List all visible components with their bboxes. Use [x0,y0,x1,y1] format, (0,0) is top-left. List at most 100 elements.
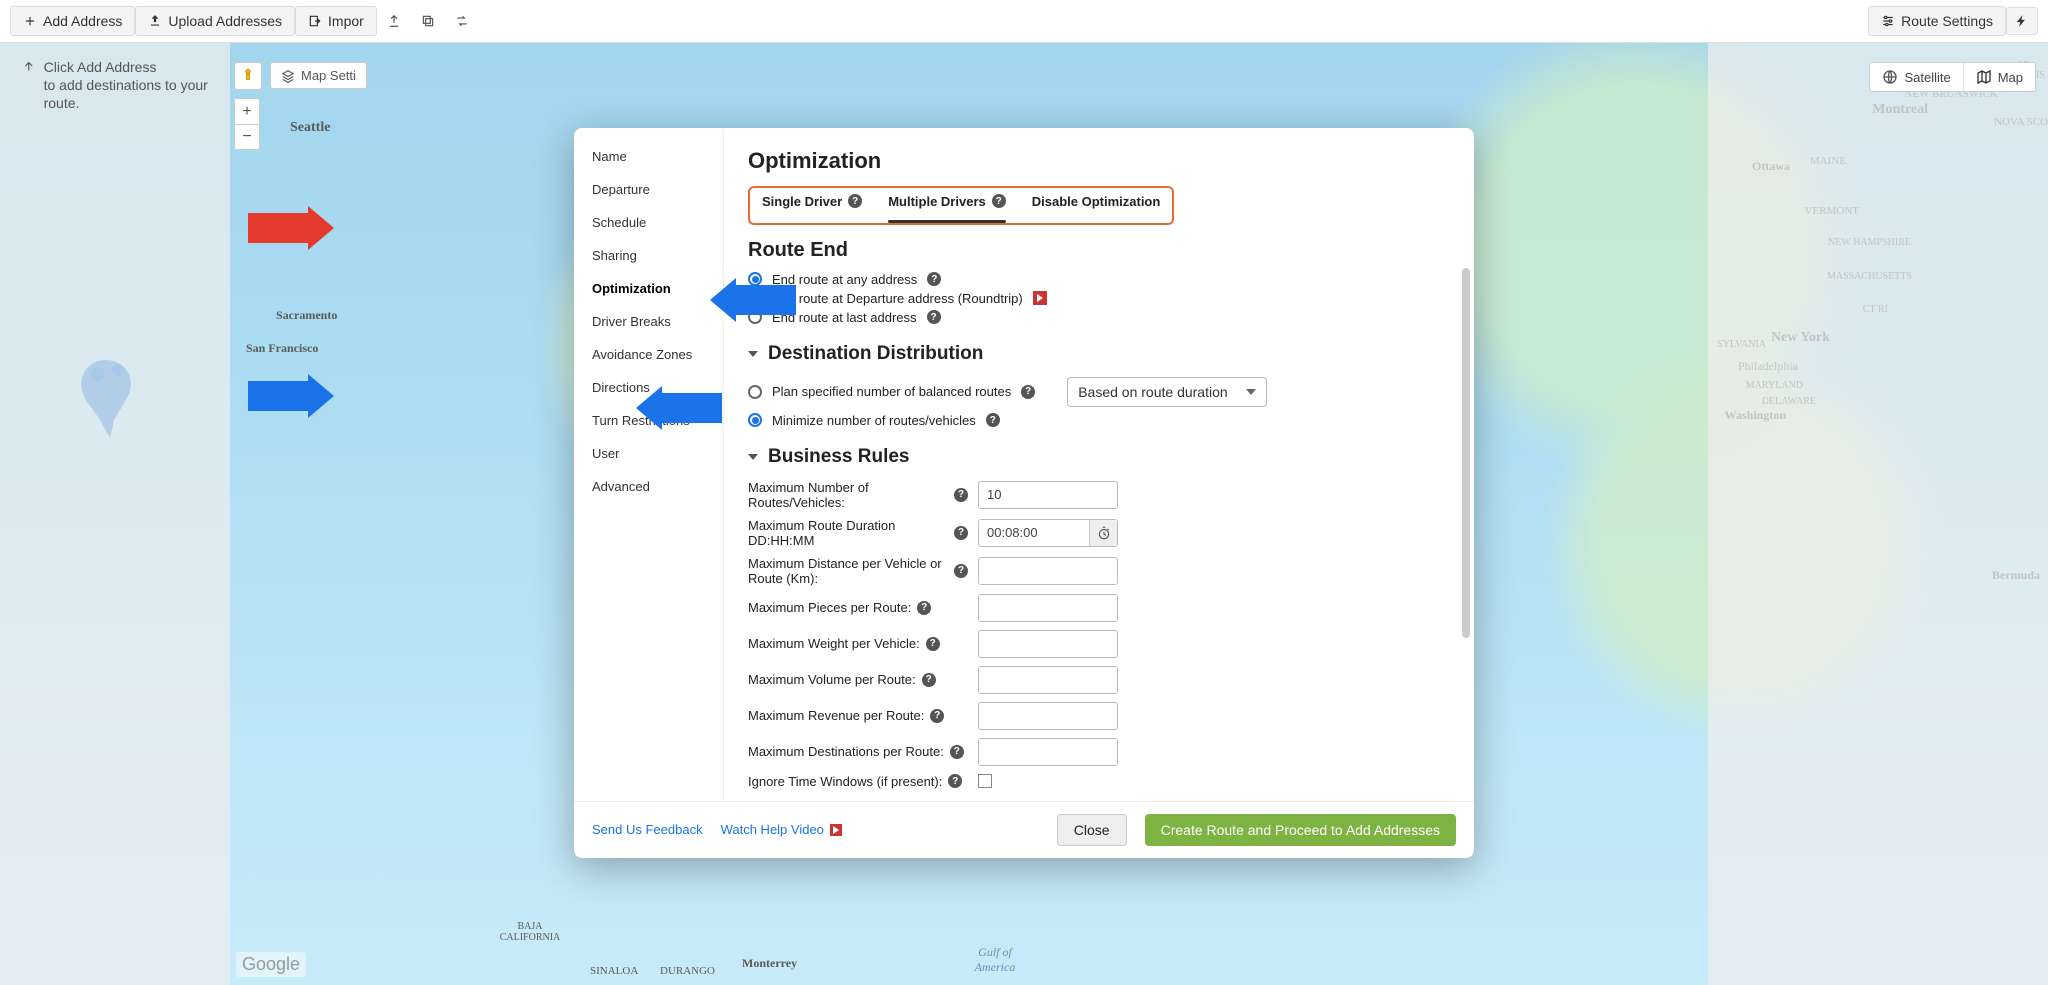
help-icon[interactable]: ? [954,526,968,540]
nav-sharing[interactable]: Sharing [574,239,723,272]
help-icon[interactable]: ? [927,272,941,286]
stopwatch-icon [1097,526,1111,540]
nav-optimization[interactable]: Optimization [574,272,723,305]
route-end-roundtrip[interactable]: End route at Departure address (Roundtri… [748,291,1436,306]
modal-nav: Name Departure Schedule Sharing Optimiza… [574,128,724,801]
nav-advanced[interactable]: Advanced [574,470,723,503]
zoom-out-button[interactable]: − [234,124,260,150]
help-icon[interactable]: ? [927,310,941,324]
nav-schedule[interactable]: Schedule [574,206,723,239]
business-rules-header[interactable]: Business Rules [748,446,1436,468]
max-volume-input[interactable] [978,666,1118,694]
tab-single-driver[interactable]: Single Driver ? [762,194,862,213]
max-destinations-input[interactable] [978,738,1118,766]
modal-footer: Send Us Feedback Watch Help Video Close … [574,801,1474,858]
modal-dim-left [0,0,230,985]
help-icon[interactable]: ? [926,637,940,651]
route-end-any[interactable]: End route at any address ? [748,272,1436,287]
help-icon[interactable]: ? [848,194,862,208]
layers-icon [281,69,295,83]
plus-icon [23,14,37,28]
max-duration-input[interactable]: 00:08:00 [978,519,1118,547]
import-icon [308,14,322,28]
max-routes-value: 10 [987,487,1001,502]
max-duration-label: Maximum Route Duration DD:HH:MM [748,518,948,548]
copy-icon [421,14,435,28]
video-icon [830,824,842,836]
satellite-button[interactable]: Satellite [1870,63,1963,91]
max-distance-input[interactable] [978,557,1118,585]
send-feedback-link[interactable]: Send Us Feedback [592,822,703,837]
max-revenue-input[interactable] [978,702,1118,730]
map-type-selector: Satellite Map [1869,62,2036,92]
hint-line1: Click Add Address [44,58,217,76]
toolbar-stub-3[interactable] [445,8,479,34]
bolt-button[interactable] [2006,7,2038,35]
map-button[interactable]: Map [1964,63,2035,91]
help-icon[interactable]: ? [948,774,962,788]
minimize-routes[interactable]: Minimize number of routes/vehicles ? [748,413,1436,428]
nav-turn-restrictions[interactable]: Turn Restrictions [574,404,723,437]
max-destinations-label: Maximum Destinations per Route: [748,744,944,759]
route-settings-button[interactable]: Route Settings [1868,6,2006,36]
toolbar-stub-1[interactable] [377,8,411,34]
max-pieces-label: Maximum Pieces per Route: [748,600,911,615]
max-weight-input[interactable] [978,630,1118,658]
watch-help-video-link[interactable]: Watch Help Video [721,822,842,837]
nav-user[interactable]: User [574,437,723,470]
help-icon[interactable]: ? [992,194,1006,208]
upload-addresses-button[interactable]: Upload Addresses [135,6,295,36]
tab-disable-optimization[interactable]: Disable Optimization [1032,194,1161,213]
radio-icon [748,385,762,399]
sliders-icon [1881,14,1895,28]
help-icon[interactable]: ? [954,488,968,502]
add-address-button[interactable]: Add Address [10,6,135,36]
optimization-tabs: Single Driver ? Multiple Drivers ? Disab… [748,186,1174,225]
max-weight-label: Maximum Weight per Vehicle: [748,636,920,651]
help-icon[interactable]: ? [922,673,936,687]
toolbar-stub-2[interactable] [411,8,445,34]
tab-multiple-drivers[interactable]: Multiple Drivers ? [888,194,1006,213]
add-address-label: Add Address [43,13,122,29]
help-icon[interactable]: ? [930,709,944,723]
nav-directions[interactable]: Directions [574,371,723,404]
route-end-title: Route End [748,239,1436,262]
help-icon[interactable]: ? [950,745,964,759]
max-routes-input[interactable]: 10 [978,481,1118,509]
nav-departure[interactable]: Departure [574,173,723,206]
ignore-tw-checkbox[interactable] [978,774,992,788]
modal-dim-right [1708,0,2048,985]
max-pieces-input[interactable] [978,594,1118,622]
balance-basis-value: Based on route duration [1078,384,1227,400]
ignore-tw-label: Ignore Time Windows (if present): [748,774,942,789]
tab-single-label: Single Driver [762,194,842,209]
hint-line2: to add destinations to your route. [44,76,217,112]
help-icon[interactable]: ? [954,564,968,578]
import-button[interactable]: Impor [295,6,377,36]
pegman-button[interactable] [234,62,262,90]
nav-name[interactable]: Name [574,140,723,173]
zoom-in-button[interactable]: + [234,98,260,124]
google-attribution: Google [236,952,306,977]
video-icon[interactable] [1033,291,1047,305]
help-icon[interactable]: ? [917,601,931,615]
create-route-button[interactable]: Create Route and Proceed to Add Addresse… [1145,814,1456,846]
destination-distribution-header[interactable]: Destination Distribution [748,343,1436,365]
close-button[interactable]: Close [1057,814,1127,846]
balance-basis-select[interactable]: Based on route duration [1067,377,1267,407]
minus-label: − [242,128,251,146]
max-volume-label: Maximum Volume per Route: [748,672,916,687]
nav-avoidance-zones[interactable]: Avoidance Zones [574,338,723,371]
map-settings-button[interactable]: Map Setti [270,62,367,89]
minimize-routes-label: Minimize number of routes/vehicles [772,413,976,428]
caret-down-icon [748,454,758,460]
hint-box: Click Add Address to add destinations to… [22,58,217,113]
plan-balanced-routes[interactable]: Plan specified number of balanced routes… [748,384,1035,399]
help-icon[interactable]: ? [986,413,1000,427]
nav-driver-breaks[interactable]: Driver Breaks [574,305,723,338]
map-label: Map [1998,70,2023,85]
help-icon[interactable]: ? [1021,385,1035,399]
route-end-last[interactable]: End route at last address ? [748,310,1436,325]
duration-picker-button[interactable] [1089,520,1117,546]
scrollbar[interactable] [1462,268,1470,638]
